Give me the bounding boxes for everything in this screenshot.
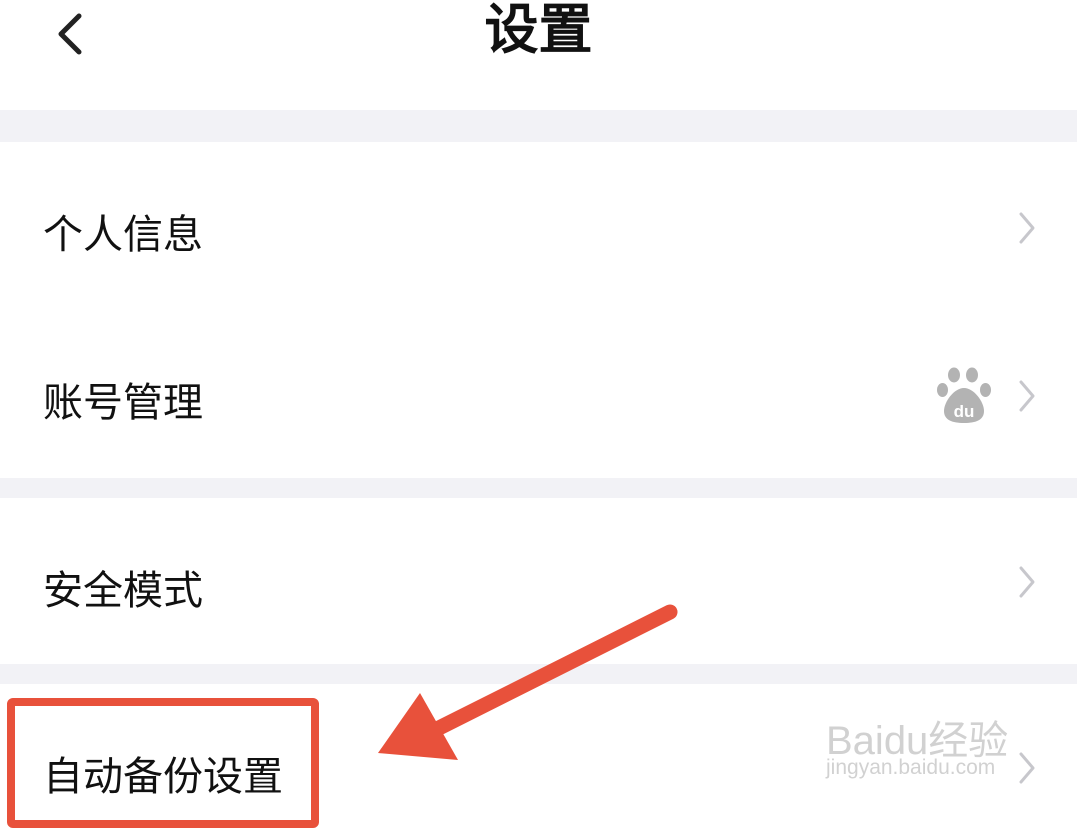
section-divider [0, 478, 1077, 498]
section-divider [0, 110, 1077, 142]
chevron-right-icon [1013, 562, 1041, 602]
settings-item-label: 账号管理 [43, 380, 203, 426]
baidu-jingyan-watermark: Baidu经验 jingyan.baidu.com [826, 690, 1036, 790]
page-title: 设置 [484, 0, 593, 61]
svg-text:du: du [954, 402, 975, 421]
settings-item-personal-info[interactable]: 个人信息 [0, 142, 1077, 310]
settings-item-account-management[interactable]: 账号管理 [0, 310, 1077, 478]
chevron-right-icon [1013, 208, 1041, 248]
header-bar: 设置 [0, 0, 1077, 110]
watermark-url: jingyan.baidu.com [826, 756, 996, 779]
baidu-paw-icon: du [937, 367, 991, 423]
annotation-highlight-box [7, 698, 319, 828]
chevron-right-icon [1013, 376, 1041, 416]
settings-item-label: 安全模式 [43, 568, 203, 614]
settings-item-label: 个人信息 [43, 212, 203, 258]
annotation-arrow-icon [378, 604, 678, 760]
